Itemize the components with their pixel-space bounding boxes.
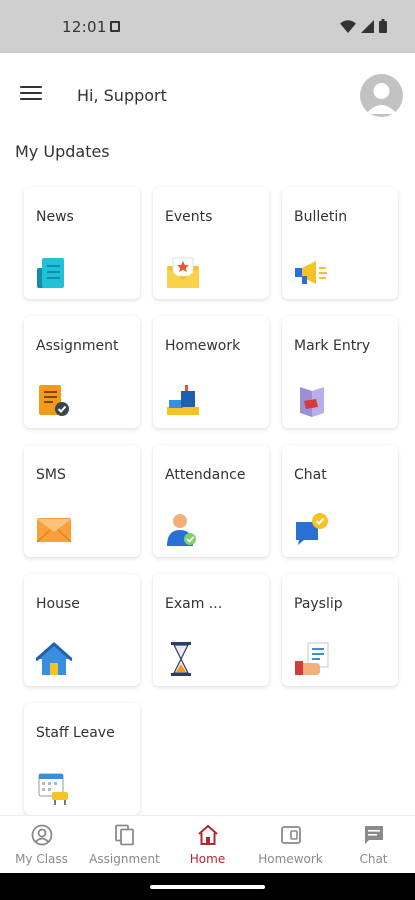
tile-label: Events	[165, 209, 213, 225]
tile-attendance[interactable]: Attendance	[153, 445, 269, 557]
nav-label: Chat	[359, 852, 388, 866]
sms-icon	[36, 518, 72, 543]
app-header	[0, 53, 415, 139]
nav-label: My Class	[15, 852, 68, 866]
bottom-nav: My Class Assignment Home Homework Chat	[0, 815, 415, 873]
tile-label: Payslip	[294, 596, 343, 612]
tile-payslip[interactable]: Payslip	[282, 574, 398, 686]
greeting-text: Hi, Support	[77, 86, 167, 105]
news-icon	[37, 258, 64, 288]
menu-icon[interactable]	[20, 86, 42, 102]
tile-events[interactable]: Events	[153, 187, 269, 299]
tile-label: Exam ...	[165, 596, 223, 612]
house-icon	[36, 641, 72, 675]
signal-icon	[361, 19, 374, 33]
tile-news[interactable]: News	[24, 187, 140, 299]
homework-nav-icon	[280, 826, 301, 844]
tile-label: Staff Leave	[36, 725, 115, 741]
nav-homework[interactable]: Homework	[249, 824, 332, 866]
nav-assignment[interactable]: Assignment	[83, 824, 166, 866]
wifi-icon	[340, 19, 356, 33]
tile-sms[interactable]: SMS	[24, 445, 140, 557]
tile-exam[interactable]: Exam ...	[153, 574, 269, 686]
bulletin-icon	[295, 261, 327, 284]
status-time: 12:01	[62, 18, 107, 36]
mark-entry-icon	[300, 387, 324, 417]
nav-label: Assignment	[89, 852, 160, 866]
chat-icon	[296, 513, 328, 545]
tile-label: SMS	[36, 467, 66, 483]
tile-label: Homework	[165, 338, 241, 354]
staff-leave-icon	[38, 773, 68, 805]
tile-label: House	[36, 596, 80, 612]
tile-label: Chat	[294, 467, 327, 483]
homework-icon	[167, 385, 199, 415]
battery-icon	[379, 19, 387, 33]
nav-chat[interactable]: Chat	[332, 824, 415, 866]
tile-label: News	[36, 209, 74, 225]
nav-label: Homework	[258, 852, 323, 866]
tile-house[interactable]: House	[24, 574, 140, 686]
tile-assignment[interactable]: Assignment	[24, 316, 140, 428]
tile-mark-entry[interactable]: Mark Entry	[282, 316, 398, 428]
my-class-icon	[31, 824, 52, 846]
tile-staff-leave[interactable]: Staff Leave	[24, 703, 140, 815]
chat-nav-icon	[364, 826, 383, 844]
nav-my-class[interactable]: My Class	[0, 824, 83, 866]
assignment-nav-icon	[114, 824, 134, 846]
tile-chat[interactable]: Chat	[282, 445, 398, 557]
tile-label: Attendance	[165, 467, 246, 483]
attendance-icon	[167, 514, 196, 546]
nav-home[interactable]: Home	[166, 824, 249, 866]
tile-bulletin[interactable]: Bulletin	[282, 187, 398, 299]
status-icons	[340, 19, 387, 33]
tile-homework[interactable]: Homework	[153, 316, 269, 428]
user-avatar-icon	[366, 83, 397, 114]
tile-label: Bulletin	[294, 209, 348, 225]
home-icon	[197, 824, 218, 845]
status-bar: 12:01	[0, 0, 415, 53]
gesture-bar	[0, 873, 415, 900]
notification-icon	[110, 21, 120, 32]
home-gesture-handle[interactable]	[150, 885, 265, 889]
exam-icon	[171, 642, 191, 676]
tile-label: Mark Entry	[294, 338, 371, 354]
events-icon	[167, 257, 199, 288]
avatar[interactable]	[360, 74, 403, 117]
payslip-icon	[295, 642, 329, 675]
nav-label: Home	[189, 852, 226, 866]
assignment-icon	[39, 385, 69, 416]
section-title: My Updates	[15, 142, 110, 161]
tile-label: Assignment	[36, 338, 119, 354]
